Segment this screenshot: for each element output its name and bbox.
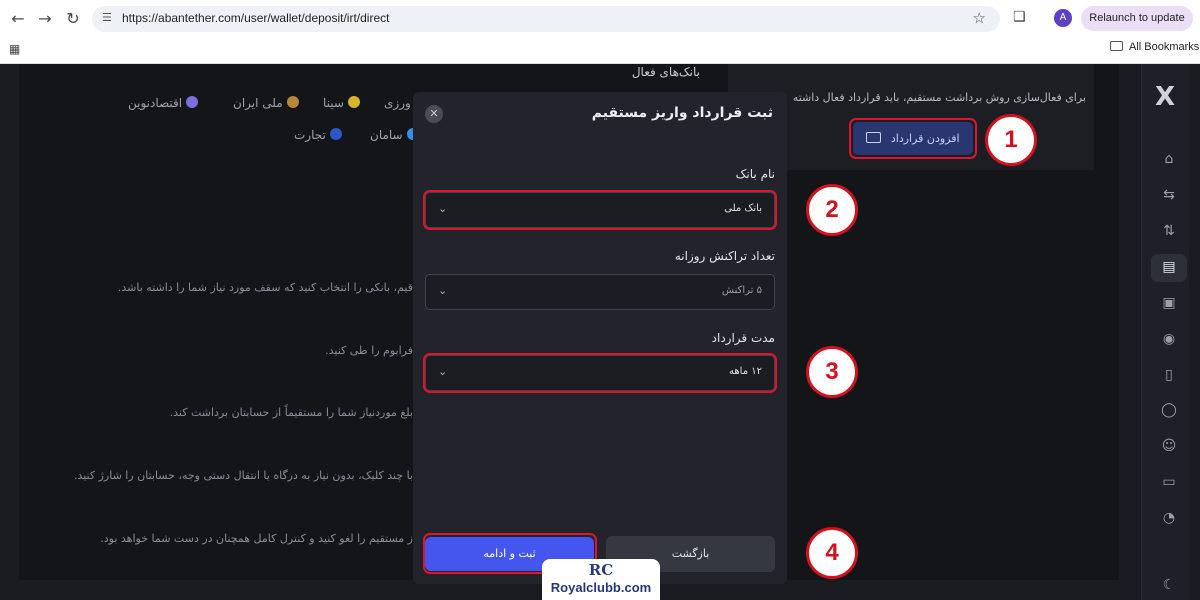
- direct-deposit-contract-modal: ثبت قرارداد واریز مستقیم ✕ نام بانک بانک…: [413, 92, 787, 584]
- highlight-frame-duration: [423, 353, 777, 393]
- highlight-frame-add-contract: [849, 118, 977, 159]
- bank-eghtesad-novin: اقتصادنوین: [128, 96, 199, 110]
- active-banks-title: بانک‌های فعال: [631, 65, 700, 79]
- step-text-2: فرابوم را طی کنید.: [325, 344, 413, 357]
- bank-name-label: نام بانک: [735, 167, 775, 181]
- step-text-3: بلغ موردنیاز شما را مستقیماً از حسابتان …: [169, 406, 413, 419]
- browser-chrome: ← → ↻ ☰ https://abantether.com/user/wall…: [0, 0, 1200, 64]
- abantether-logo-icon[interactable]: X: [1155, 82, 1175, 112]
- bank-logo-icon: [286, 96, 299, 108]
- bank-logo-icon: [186, 96, 199, 108]
- all-bookmarks[interactable]: All Bookmarks: [1110, 41, 1199, 53]
- watermark-logo-mark: RC: [588, 561, 614, 579]
- bank-logo-icon: [347, 96, 360, 108]
- contract-duration-label: مدت قرارداد: [711, 331, 775, 345]
- dark-mode-moon-icon[interactable]: ☾: [1160, 576, 1178, 594]
- coin-icon[interactable]: ◯: [1160, 401, 1178, 419]
- forward-arrow-icon[interactable]: →: [35, 9, 55, 29]
- step-marker-4: 4: [806, 527, 858, 579]
- shop-bag-icon[interactable]: ▯: [1160, 366, 1178, 384]
- back-arrow-icon[interactable]: ←: [8, 9, 28, 29]
- daily-transactions-select[interactable]: ۵ تراکنش ⌄: [425, 274, 775, 310]
- relaunch-button[interactable]: Relaunch to update: [1081, 6, 1193, 31]
- savings-icon[interactable]: ▣: [1160, 294, 1178, 312]
- bank-keshavarzi: ورزی: [384, 96, 411, 110]
- step-text-1: قیم، بانکی را انتخاب کنید که سقف مورد نی…: [117, 281, 413, 294]
- watermark-text: Royalclubb.com: [550, 580, 652, 595]
- site-settings-icon[interactable]: ☰: [102, 11, 116, 25]
- bank-melli-iran: ملی ایران: [233, 96, 299, 110]
- all-bookmarks-label: All Bookmarks: [1129, 41, 1200, 53]
- step-marker-3: 3: [806, 346, 858, 398]
- profile-icon[interactable]: ☺: [1160, 437, 1178, 455]
- folder-icon: [1110, 41, 1123, 51]
- apps-grid-icon[interactable]: ▦: [9, 42, 20, 56]
- profile-avatar[interactable]: A: [1054, 9, 1072, 27]
- step-marker-2: 2: [806, 184, 858, 236]
- chevron-down-icon: ⌄: [438, 284, 448, 297]
- trade-icon[interactable]: ⇆: [1160, 186, 1178, 204]
- address-bar[interactable]: ☰ https://abantether.com/user/wallet/dep…: [92, 6, 1000, 32]
- step-text-4: با چند کلیک، بدون نیاز به درگاه یا انتقا…: [73, 469, 413, 482]
- highlight-frame-bank-name: [423, 190, 777, 230]
- modal-title: ثبت قرارداد واریز مستقیم: [591, 105, 773, 121]
- card-icon[interactable]: ▭: [1160, 473, 1178, 491]
- bank-tejarat: تجارت: [294, 128, 342, 142]
- close-icon[interactable]: ✕: [425, 105, 443, 123]
- daily-transactions-value: ۵ تراکنش: [721, 285, 762, 296]
- wallet-icon[interactable]: ▤: [1160, 258, 1178, 276]
- dashboard-icon[interactable]: ⌂: [1160, 150, 1178, 168]
- bookmark-star-icon[interactable]: ☆: [973, 9, 986, 27]
- bank-logo-icon: [329, 128, 342, 140]
- step-text-5: ز مستقیم را لغو کنید و کنترل کامل همچنان…: [100, 532, 413, 545]
- royalclubb-watermark: RC Royalclubb.com: [542, 559, 660, 600]
- gift-icon[interactable]: ◉: [1160, 330, 1178, 348]
- bank-sina: سینا: [323, 96, 360, 110]
- url-text[interactable]: https://abantether.com/user/wallet/depos…: [122, 11, 389, 25]
- reload-icon[interactable]: ↻: [63, 9, 83, 29]
- exchange-icon[interactable]: ⇅: [1160, 222, 1178, 240]
- report-pie-icon[interactable]: ◔: [1160, 509, 1178, 527]
- step-marker-1: 1: [985, 114, 1037, 166]
- daily-transactions-label: تعداد تراکنش روزانه: [674, 249, 775, 263]
- bank-saman: سامان: [370, 128, 419, 142]
- extensions-icon[interactable]: ❏: [1013, 9, 1026, 25]
